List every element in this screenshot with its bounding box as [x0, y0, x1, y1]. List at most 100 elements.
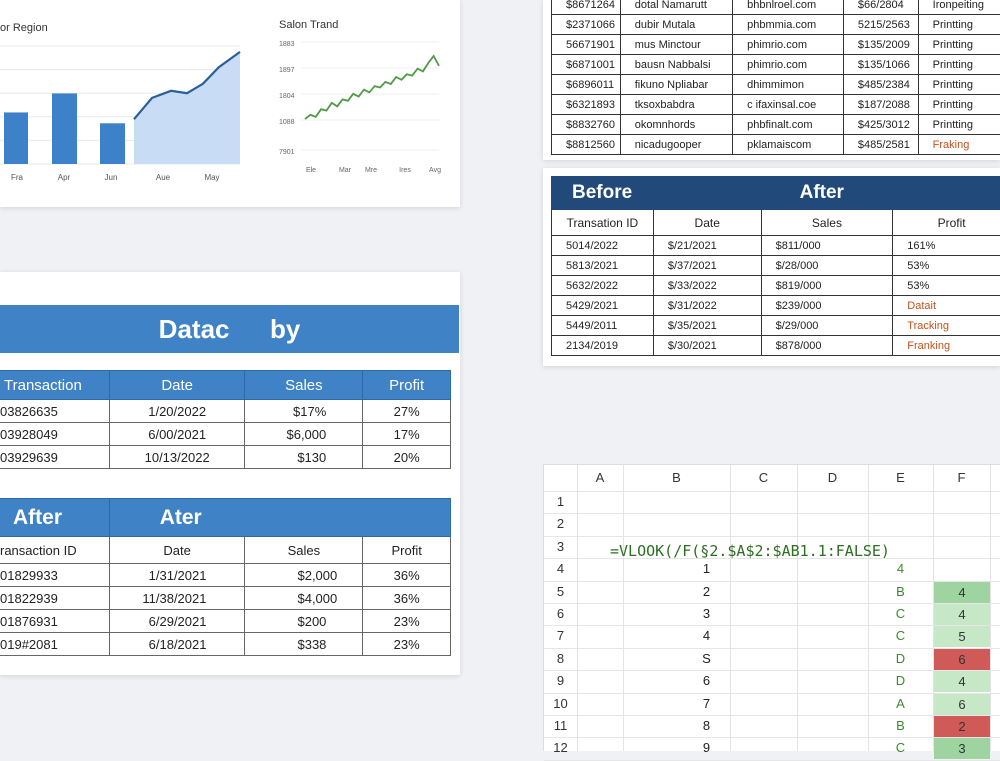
trend-x-label: Mar	[339, 167, 352, 174]
cell-profit: 23%	[363, 610, 451, 633]
row-header[interactable]: 1	[544, 491, 577, 513]
row-header[interactable]: 6	[544, 603, 577, 625]
cell-f-value[interactable]: 4	[934, 671, 990, 692]
table-row: 5449/2011$/35/2021$/29/000Tracking	[552, 316, 1000, 336]
row-header[interactable]: 3	[544, 536, 577, 558]
cell-email: phimrio.com	[733, 35, 844, 55]
cell-e-value[interactable]: C	[868, 625, 933, 647]
cell-e-value[interactable]: D	[868, 670, 933, 692]
cell-sales: $878/000	[761, 336, 893, 356]
trend-x-label: Ires	[399, 167, 411, 174]
row-header[interactable]: 9	[544, 670, 577, 692]
cell-f-value[interactable]: 6	[934, 649, 990, 670]
spreadsheet-grid[interactable]: 44564623ABCDEFG1234567891011121234S67894…	[543, 464, 1000, 751]
cell-e-value[interactable]: B	[868, 715, 933, 737]
dashboard-charts-card: or Region FraAprJunAueMay Salon Trand 18…	[0, 0, 460, 207]
cell-e-value[interactable]: C	[868, 737, 933, 759]
cell-f-value[interactable]: 3	[934, 738, 990, 759]
cell-f-value[interactable]: 6	[934, 694, 990, 715]
cell-id: $8832760	[552, 115, 621, 135]
col-header-sales: Sales	[761, 210, 893, 236]
data-banner-title: Datac by	[0, 305, 459, 353]
column-header[interactable]: G	[990, 465, 1000, 491]
cell-e-value[interactable]: C	[868, 603, 933, 625]
cell-name: bausn Nabbalsi	[620, 55, 732, 75]
cell-date: $/35/2021	[653, 316, 761, 336]
cell-b-value[interactable]: 7	[623, 693, 790, 715]
cell-b-value[interactable]: 6	[623, 670, 790, 692]
col-header-profit: Profit	[893, 210, 1000, 236]
trend-chart-panel: Salon Trand 18831897180410887901EleMarMr…	[267, 6, 451, 190]
cell-b-value[interactable]: 1	[623, 558, 790, 580]
table-row: $8832760okomnhordsphbfinalt.com$425/3012…	[552, 115, 1000, 135]
cell-b-value[interactable]: 8	[623, 715, 790, 737]
cell-id: $2371066	[552, 15, 621, 35]
cell-id: $6321893	[552, 95, 621, 115]
table-row: 039280496/00/2021$6,00017%	[0, 423, 451, 446]
cell-b-value[interactable]: 4	[623, 625, 790, 647]
table-row: $8812560nicadugooperpklamaiscom$485/2581…	[552, 135, 1000, 155]
cell-e-value[interactable]: B	[868, 581, 933, 603]
cell-profit: 161%	[893, 236, 1000, 256]
column-header[interactable]: D	[797, 465, 868, 491]
trend-chart: 18831897180410887901EleMarMreIresAvg	[267, 6, 451, 190]
cell-transaction-id: 5429/2021	[552, 296, 654, 316]
cell-b-value[interactable]: S	[623, 648, 790, 670]
before-header: Before	[552, 177, 762, 210]
cell-name: dubir Mutala	[620, 15, 732, 35]
cell-b-value[interactable]: 3	[623, 603, 790, 625]
banner-title-part-a: Datac	[159, 314, 230, 344]
trend-x-label: Mre	[365, 167, 377, 174]
cell-code: $135/2009	[843, 35, 918, 55]
column-header[interactable]: C	[730, 465, 797, 491]
column-header[interactable]: E	[868, 465, 933, 491]
cell-profit: 27%	[363, 400, 451, 423]
cell-name: tksoxbabdra	[620, 95, 732, 115]
cell-b-value[interactable]: 9	[623, 737, 790, 759]
region-chart-panel: or Region FraAprJunAueMay	[0, 6, 258, 190]
cell-f-value[interactable]: 5	[934, 626, 990, 647]
cell-transaction: 03929639	[0, 446, 109, 469]
table-row: $6321893tksoxbabdrac ifaxinsal.coe$187/2…	[552, 95, 1000, 115]
row-header[interactable]: 11	[544, 715, 577, 737]
cell-code: 5215/2563	[843, 15, 918, 35]
column-header[interactable]: B	[623, 465, 730, 491]
cell-e-value[interactable]: A	[868, 693, 933, 715]
col-header-sales: Sales	[245, 371, 363, 400]
row-header[interactable]: 10	[544, 693, 577, 715]
cell-b-value[interactable]: 2	[623, 581, 790, 603]
cell-date: $/21/2021	[653, 236, 761, 256]
cell-f-value[interactable]: 2	[934, 716, 990, 737]
cell-sales: $200	[245, 610, 363, 633]
row-header[interactable]: 7	[544, 625, 577, 647]
column-header[interactable]: A	[577, 465, 623, 491]
cell-transaction-id: 5014/2022	[552, 236, 654, 256]
cell-email: c ifaxinsal.coe	[733, 95, 844, 115]
cell-transaction-id: 01829933	[0, 564, 109, 587]
cell-sales: $6,000	[245, 423, 363, 446]
column-header[interactable]: F	[933, 465, 990, 491]
trend-y-label: 1804	[279, 93, 295, 100]
row-header[interactable]: 2	[544, 513, 577, 535]
trend-y-label: 7901	[279, 149, 295, 156]
table-row: 5014/2022$/21/2021$811/000161%	[552, 236, 1000, 256]
grid-row-line	[544, 536, 1000, 537]
row-header[interactable]: 4	[544, 558, 577, 580]
row-header[interactable]: 8	[544, 648, 577, 670]
formula-text[interactable]: =VLOOK(/F(§2.$A$2:$AB1.1:FALSE)	[610, 542, 890, 560]
cell-transaction-id: 01822939	[0, 587, 109, 610]
grid-col-line	[797, 465, 798, 751]
cell-profit: 23%	[363, 633, 451, 656]
table-row: 038266351/20/2022$17%27%	[0, 400, 451, 423]
cell-e-value[interactable]: 4	[868, 558, 933, 580]
cell-sales: $4,000	[245, 587, 363, 610]
row-header[interactable]: 12	[544, 737, 577, 759]
cell-e-value[interactable]: D	[868, 648, 933, 670]
cell-f-value[interactable]: 4	[934, 604, 990, 625]
cell-status: Printting	[918, 35, 1000, 55]
row-header[interactable]: 5	[544, 581, 577, 603]
cell-date: $/37/2021	[653, 256, 761, 276]
table-row: 018769316/29/2021$20023%	[0, 610, 451, 633]
cell-f-value[interactable]: 4	[934, 582, 990, 603]
region-x-label: May	[204, 173, 219, 182]
